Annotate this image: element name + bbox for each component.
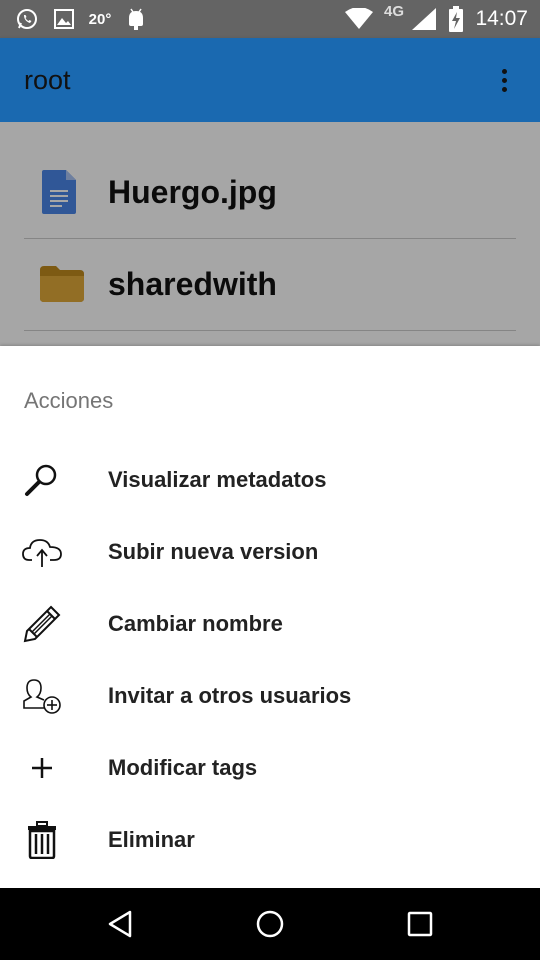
trash-icon [20,818,64,862]
temperature-text: 20° [88,10,112,28]
whatsapp-icon [14,0,40,38]
network-type-text: 4G [383,2,404,20]
navigation-bar [0,888,540,960]
home-button[interactable] [248,902,292,946]
action-delete[interactable]: Eliminar [0,804,540,876]
back-button[interactable] [98,902,142,946]
actions-bottom-sheet: Acciones Visualizar metadatos Subir nuev… [0,346,540,888]
signal-icon [410,0,438,38]
recents-icon [407,911,433,937]
home-icon [256,910,284,938]
action-label: Subir nueva version [108,539,319,564]
pencil-icon [20,602,64,646]
action-modify-tags[interactable]: Modificar tags [0,732,540,804]
clock: 14:07 [475,7,528,30]
dot [501,68,507,74]
battery-charging-icon [446,0,466,38]
action-label: Modificar tags [108,755,258,780]
back-icon [108,910,132,938]
action-label: Invitar a otros usuarios [108,683,352,708]
action-invite-users[interactable]: Invitar a otros usuarios [0,660,540,732]
app-bar: root [0,38,540,122]
android-icon [124,0,148,38]
add-user-icon [20,674,64,718]
recents-button[interactable] [398,902,442,946]
overflow-menu-button[interactable] [486,60,522,100]
sheet-title: Acciones [24,388,114,413]
dot [501,77,507,83]
action-upload-new-version[interactable]: Subir nueva version [0,516,540,588]
plus-icon [20,746,64,790]
cloud-upload-icon [20,530,64,574]
action-rename[interactable]: Cambiar nombre [0,588,540,660]
wifi-icon [344,0,374,38]
page-title: root [24,65,71,95]
dot [501,86,507,92]
action-label: Visualizar metadatos [108,467,327,492]
action-label: Eliminar [108,827,195,852]
action-view-metadata[interactable]: Visualizar metadatos [0,444,540,516]
magnifier-icon [20,458,64,502]
scrim-overlay[interactable] [0,122,540,346]
image-icon [52,0,76,38]
action-label: Cambiar nombre [108,611,283,636]
status-bar: 20° 4G 14:07 [0,0,540,38]
